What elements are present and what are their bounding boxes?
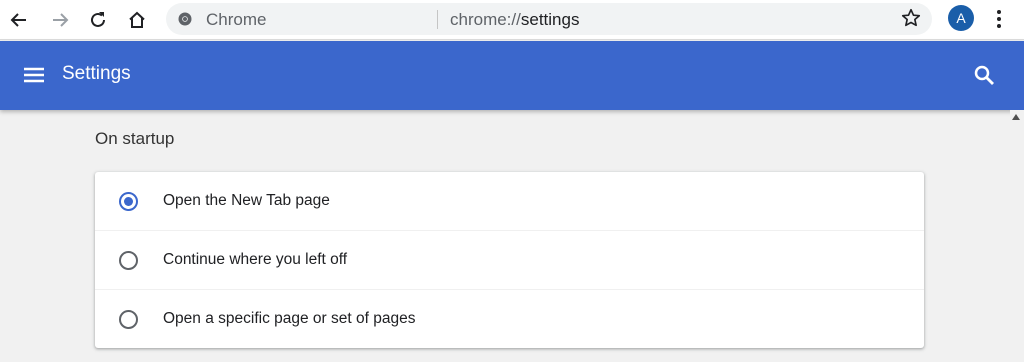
option-label: Open the New Tab page xyxy=(163,192,330,209)
hamburger-menu-icon[interactable] xyxy=(22,63,46,87)
scroll-up-icon[interactable] xyxy=(1012,114,1020,120)
home-icon[interactable] xyxy=(123,6,151,34)
radio-button[interactable] xyxy=(119,251,138,270)
startup-option-continue[interactable]: Continue where you left off xyxy=(95,230,924,288)
settings-header: Settings xyxy=(0,41,1024,110)
url-text[interactable]: chrome://settings xyxy=(450,10,579,30)
omnibox[interactable]: Chrome chrome://settings xyxy=(166,3,932,35)
section-title-on-startup: On startup xyxy=(95,129,175,148)
scrollbar[interactable] xyxy=(1010,110,1024,362)
radio-button-checked[interactable] xyxy=(119,192,138,211)
omnibox-divider xyxy=(437,10,438,29)
radio-button[interactable] xyxy=(119,310,138,329)
search-icon[interactable] xyxy=(972,63,996,87)
option-label: Open a specific page or set of pages xyxy=(163,310,416,327)
url-scheme: chrome:// xyxy=(450,10,521,29)
forward-icon[interactable] xyxy=(46,6,74,34)
reload-icon[interactable] xyxy=(84,6,112,34)
option-label: Continue where you left off xyxy=(163,251,348,268)
back-icon[interactable] xyxy=(5,6,33,34)
page-title: Settings xyxy=(62,63,131,84)
kebab-menu-icon[interactable] xyxy=(990,6,1008,32)
startup-options-card: Open the New Tab page Continue where you… xyxy=(95,172,924,348)
startup-option-specific-pages[interactable]: Open a specific page or set of pages xyxy=(95,289,924,347)
site-name: Chrome xyxy=(206,10,267,29)
bookmark-star-icon[interactable] xyxy=(900,7,922,29)
startup-option-new-tab[interactable]: Open the New Tab page xyxy=(95,172,924,230)
profile-avatar[interactable]: A xyxy=(948,5,974,31)
url-path: settings xyxy=(520,10,580,29)
chrome-icon xyxy=(178,12,192,26)
browser-toolbar: Chrome chrome://settings A xyxy=(0,0,1024,40)
